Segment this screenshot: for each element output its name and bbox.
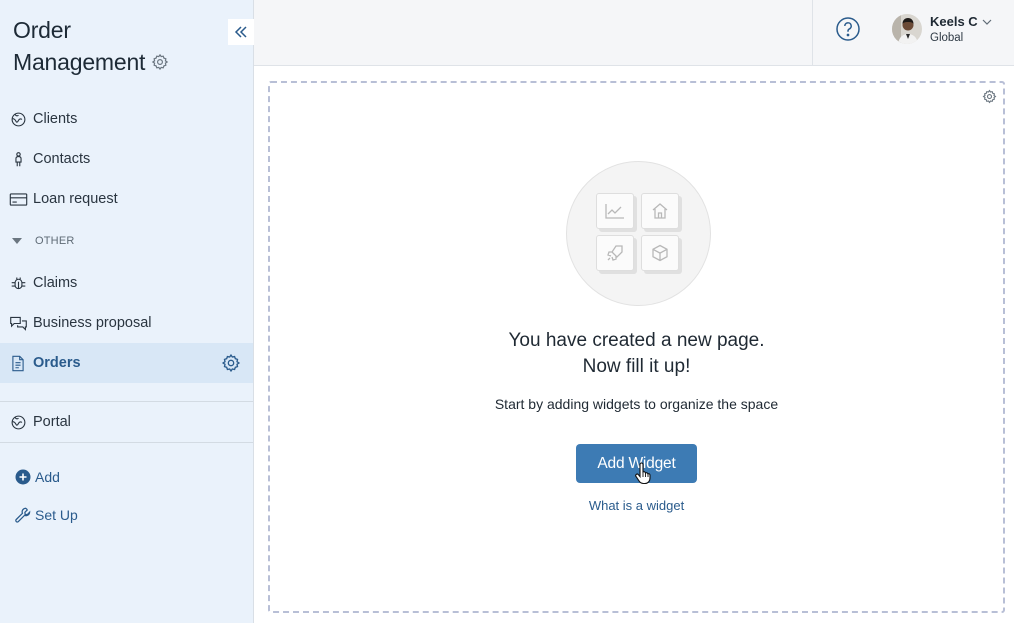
- card-icon: [8, 189, 28, 209]
- rocket-icon: [596, 235, 634, 271]
- sidebar-item-label: Loan request: [33, 191, 118, 207]
- sidebar-actions: Add Set Up: [0, 458, 253, 534]
- sidebar-item-label: Claims: [33, 275, 78, 291]
- hand-pointer-icon: [635, 462, 651, 485]
- app-title-line2: Management: [13, 49, 146, 75]
- sidebar-item-claims[interactable]: Claims: [0, 263, 253, 303]
- headline-line2: Now fill it up!: [582, 356, 691, 377]
- top-bar: Keels C Global: [254, 0, 1014, 66]
- section-label: OTHER: [35, 235, 75, 247]
- wrench-icon: [14, 506, 32, 524]
- headline-line1: You have created a new page.: [508, 330, 765, 351]
- document-icon: [8, 353, 28, 373]
- sidebar-nav: Clients Contacts Loan request OTHER Clai…: [0, 99, 253, 443]
- double-chevron-left-icon: [234, 26, 247, 38]
- user-org: Global: [930, 32, 964, 44]
- home-icon: [641, 193, 679, 229]
- globe-icon: [8, 412, 28, 432]
- bug-icon: [8, 273, 28, 293]
- empty-state-description: Start by adding widgets to organize the …: [494, 396, 779, 412]
- app-title-line1: Order: [13, 17, 71, 43]
- setup-label: Set Up: [35, 507, 78, 523]
- sidebar-item-portal[interactable]: Portal: [0, 402, 253, 442]
- sidebar-item-business-proposal[interactable]: Business proposal: [0, 303, 253, 343]
- empty-state-headline: You have created a new page. Now fill it…: [270, 328, 1003, 380]
- what-is-a-widget-link[interactable]: What is a widget: [270, 498, 1003, 513]
- divider: [0, 442, 253, 443]
- section-toggle-other[interactable]: OTHER: [0, 219, 253, 263]
- chevron-down-icon: [982, 19, 992, 25]
- app-title: Order Management: [13, 14, 213, 78]
- help-button[interactable]: [836, 17, 860, 41]
- sidebar-item-orders[interactable]: Orders: [0, 343, 253, 383]
- chart-icon: [596, 193, 634, 229]
- empty-page-illustration: [566, 161, 711, 306]
- add-button[interactable]: Add: [0, 458, 253, 496]
- sidebar-item-contacts[interactable]: Contacts: [0, 139, 253, 179]
- divider: [812, 0, 813, 66]
- widget-canvas: You have created a new page. Now fill it…: [268, 81, 1005, 613]
- avatar: [892, 14, 922, 44]
- sidebar-item-label: Contacts: [33, 151, 91, 167]
- sidebar-item-label: Portal: [33, 414, 71, 430]
- question-circle-icon: [836, 17, 860, 41]
- cube-icon: [641, 235, 679, 271]
- setup-button[interactable]: Set Up: [0, 496, 253, 534]
- add-label: Add: [35, 469, 60, 485]
- user-name: Keels C: [930, 14, 978, 29]
- sidebar-item-loan-request[interactable]: Loan request: [0, 179, 253, 219]
- caret-down-icon: [12, 238, 22, 244]
- sidebar-item-label: Orders: [33, 355, 81, 371]
- person-icon: [8, 149, 28, 169]
- canvas-settings-gear-icon[interactable]: [982, 89, 997, 109]
- chat-icon: [8, 313, 28, 333]
- sidebar-item-label: Business proposal: [33, 315, 152, 331]
- sidebar-item-clients[interactable]: Clients: [0, 99, 253, 139]
- collapse-sidebar-button[interactable]: [228, 19, 254, 45]
- sidebar-item-label: Clients: [33, 111, 78, 127]
- app-settings-gear-icon[interactable]: [151, 53, 169, 71]
- sidebar: Order Management Clients Contacts Loan r…: [0, 0, 254, 623]
- globe-icon: [8, 109, 28, 129]
- user-menu[interactable]: Keels C Global: [892, 14, 992, 44]
- plus-circle-icon: [14, 468, 32, 486]
- orders-settings-gear-icon[interactable]: [221, 353, 241, 377]
